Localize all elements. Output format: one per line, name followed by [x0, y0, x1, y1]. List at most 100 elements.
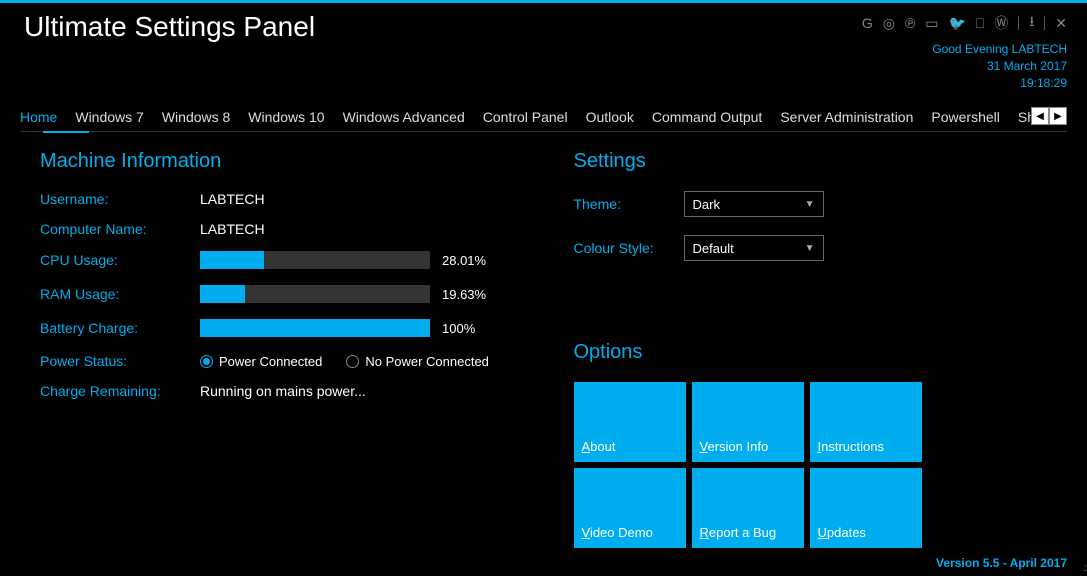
chevron-down-icon: ▼	[805, 243, 815, 254]
nav-right-arrow[interactable]: ▶	[1049, 107, 1067, 125]
tab-powershell[interactable]: Powershell	[931, 109, 999, 125]
cpu-label: CPU Usage:	[40, 252, 200, 268]
computer-row: Computer Name: LABTECH	[40, 221, 534, 237]
tab-home[interactable]: Home	[20, 109, 57, 125]
tile-video-demo[interactable]: Video Demo	[574, 468, 686, 548]
tile-version-info[interactable]: Version Info	[692, 382, 804, 462]
content: Machine Information Username: LABTECH Co…	[0, 132, 1087, 548]
username-value: LABTECH	[200, 191, 265, 207]
resize-grip-icon[interactable]: .::	[1083, 563, 1085, 574]
separator	[1044, 16, 1045, 30]
title-right: G ◎ ℗ ▭ 🐦 ⎕ Ⓦ ⭳ ✕ Good Evening LABTECH 3…	[862, 11, 1067, 91]
battery-bar	[200, 319, 430, 337]
social-icons: G ◎ ℗ ▭ 🐦 ⎕ Ⓦ ⭳ ✕	[862, 11, 1067, 35]
chevron-down-icon: ▼	[805, 199, 815, 210]
tile-label: Instructions	[818, 439, 885, 454]
ram-bar	[200, 285, 430, 303]
tile-label: Report a Bug	[700, 525, 777, 540]
computer-label: Computer Name:	[40, 221, 200, 237]
colour-dropdown[interactable]: Default ▼	[684, 235, 824, 261]
battery-percent: 100%	[442, 321, 475, 336]
settings-title: Settings	[574, 150, 1068, 173]
ram-bar-fill	[200, 285, 245, 303]
ram-label: RAM Usage:	[40, 286, 200, 302]
nav-left-arrow[interactable]: ◀	[1031, 107, 1049, 125]
greeting-block: Good Evening LABTECH 31 March 2017 19:18…	[862, 41, 1067, 91]
tile-report-bug[interactable]: Report a Bug	[692, 468, 804, 548]
battery-row: Battery Charge: 100%	[40, 319, 534, 337]
battery-label: Battery Charge:	[40, 320, 200, 336]
charge-label: Charge Remaining:	[40, 383, 200, 399]
tab-windows8[interactable]: Windows 8	[162, 109, 230, 125]
title-row: Ultimate Settings Panel G ◎ ℗ ▭ 🐦 ⎕ Ⓦ ⭳ …	[0, 3, 1087, 91]
download-icon[interactable]: ⭳	[1029, 11, 1034, 35]
theme-label: Theme:	[574, 196, 684, 212]
power-label: Power Status:	[40, 353, 200, 369]
footer-version: Version 5.5 - April 2017	[936, 556, 1067, 570]
radio-circle-icon	[346, 355, 359, 368]
tile-about[interactable]: About	[574, 382, 686, 462]
tab-command-output[interactable]: Command Output	[652, 109, 763, 125]
power-radio-group: Power Connected No Power Connected	[200, 354, 489, 369]
battery-bar-fill	[200, 319, 430, 337]
google-icon[interactable]: G	[862, 15, 873, 31]
close-icon[interactable]: ✕	[1055, 15, 1067, 32]
charge-value: Running on mains power...	[200, 383, 366, 399]
separator	[1018, 16, 1019, 30]
machine-info-title: Machine Information	[40, 150, 534, 173]
radio-power-connected[interactable]: Power Connected	[200, 354, 322, 369]
tab-control-panel[interactable]: Control Panel	[483, 109, 568, 125]
tab-windows-advanced[interactable]: Windows Advanced	[343, 109, 465, 125]
ram-row: RAM Usage: 19.63%	[40, 285, 534, 303]
tile-updates[interactable]: Updates	[810, 468, 922, 548]
tab-server-admin[interactable]: Server Administration	[780, 109, 913, 125]
tile-label: Video Demo	[582, 525, 653, 540]
username-label: Username:	[40, 191, 200, 207]
colour-label: Colour Style:	[574, 240, 684, 256]
theme-dropdown[interactable]: Dark ▼	[684, 191, 824, 217]
radio-dot-icon	[203, 358, 210, 365]
options-title: Options	[574, 341, 1068, 364]
options-grid: About Version Info Instructions Video De…	[574, 382, 1068, 548]
tile-label: About	[582, 439, 616, 454]
tile-label: Version Info	[700, 439, 769, 454]
cpu-percent: 28.01%	[442, 253, 486, 268]
radio-no-power[interactable]: No Power Connected	[346, 354, 489, 369]
radio-no-power-label: No Power Connected	[365, 354, 489, 369]
greeting-date: 31 March 2017	[862, 58, 1067, 75]
nav-active-underline	[43, 131, 89, 133]
nav-wrap: Home Windows 7 Windows 8 Windows 10 Wind…	[20, 109, 1067, 132]
left-panel: Machine Information Username: LABTECH Co…	[40, 150, 534, 548]
username-row: Username: LABTECH	[40, 191, 534, 207]
twitter-icon[interactable]: 🐦	[949, 15, 966, 32]
colour-row: Colour Style: Default ▼	[574, 235, 1068, 261]
cpu-row: CPU Usage: 28.01%	[40, 251, 534, 269]
greeting-text: Good Evening LABTECH	[862, 41, 1067, 58]
power-row: Power Status: Power Connected No Power C…	[40, 353, 534, 369]
wordpress-icon[interactable]: Ⓦ	[994, 13, 1008, 33]
tab-outlook[interactable]: Outlook	[586, 109, 634, 125]
theme-row: Theme: Dark ▼	[574, 191, 1068, 217]
nav-arrows: ◀ ▶	[1031, 107, 1067, 125]
theme-value: Dark	[693, 197, 720, 212]
app-title: Ultimate Settings Panel	[24, 11, 315, 43]
instagram-icon[interactable]: ◎	[883, 15, 895, 32]
cpu-bar	[200, 251, 430, 269]
charge-row: Charge Remaining: Running on mains power…	[40, 383, 534, 399]
tab-windows10[interactable]: Windows 10	[248, 109, 324, 125]
nav-bar: Home Windows 7 Windows 8 Windows 10 Wind…	[20, 109, 1067, 132]
computer-value: LABTECH	[200, 221, 265, 237]
youtube-icon[interactable]: ▭	[925, 15, 938, 32]
radio-circle-icon	[200, 355, 213, 368]
radio-power-connected-label: Power Connected	[219, 354, 322, 369]
cpu-bar-fill	[200, 251, 264, 269]
colour-value: Default	[693, 241, 734, 256]
tile-label: Updates	[818, 525, 866, 540]
greeting-time: 19:18:29	[862, 75, 1067, 92]
facebook-icon[interactable]: ⎕	[976, 15, 984, 32]
tab-windows7[interactable]: Windows 7	[75, 109, 143, 125]
tile-instructions[interactable]: Instructions	[810, 382, 922, 462]
ram-percent: 19.63%	[442, 287, 486, 302]
right-panel: Settings Theme: Dark ▼ Colour Style: Def…	[574, 150, 1068, 548]
pinterest-icon[interactable]: ℗	[905, 15, 915, 31]
